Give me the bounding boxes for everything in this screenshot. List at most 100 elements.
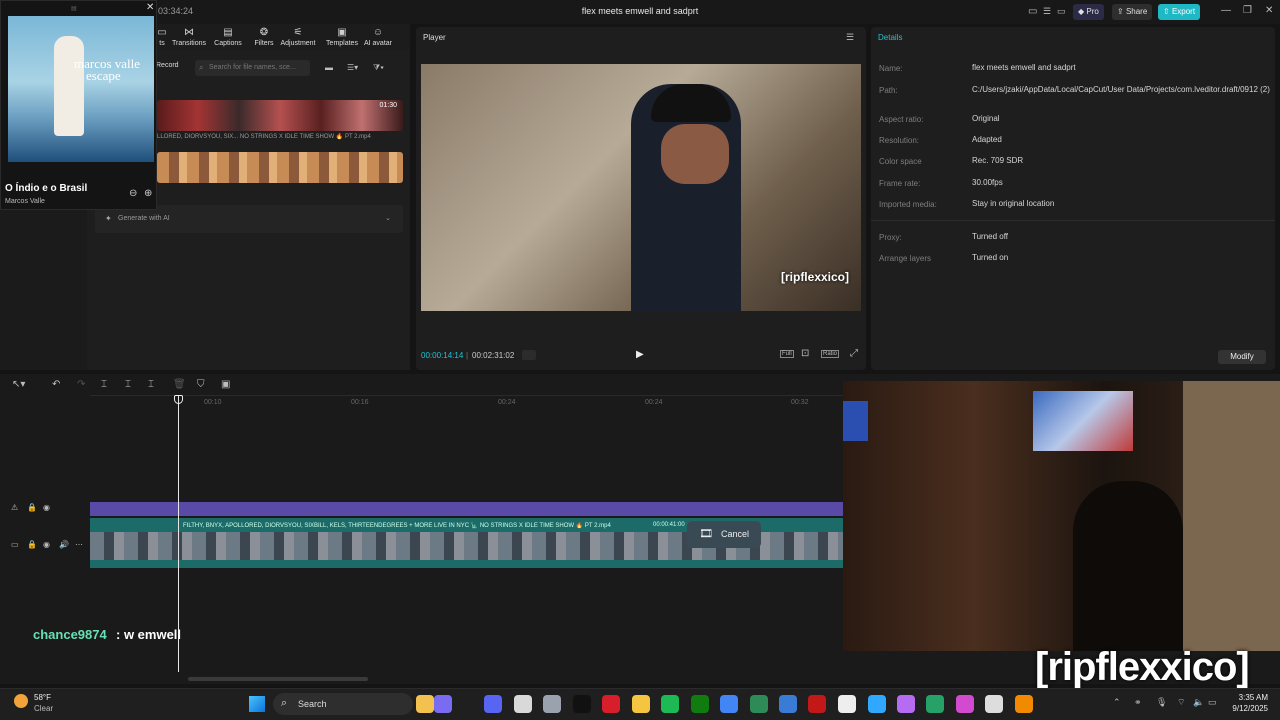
- fullscreen-icon[interactable]: ⤢: [850, 348, 858, 359]
- full-button[interactable]: Full: [780, 350, 794, 358]
- media-clip-2[interactable]: [157, 152, 403, 183]
- audio-icon[interactable]: 🔊: [59, 540, 69, 549]
- toolbar-icon: ⚟: [293, 27, 303, 38]
- chrome-dev-icon[interactable]: [543, 695, 561, 713]
- split-left-icon[interactable]: ⌶: [125, 379, 131, 390]
- effect-track-clip[interactable]: [90, 502, 843, 516]
- play-button[interactable]: ▶: [636, 349, 644, 360]
- cancel-button[interactable]: 🎞 Cancel: [687, 521, 761, 548]
- xbox-icon[interactable]: [691, 695, 709, 713]
- menu-icon[interactable]: ☰: [1043, 6, 1051, 17]
- cover-icon[interactable]: ▭: [11, 540, 19, 549]
- photos-icon[interactable]: [779, 695, 797, 713]
- add-icon[interactable]: ⊕: [144, 188, 152, 199]
- detail-value: Rec. 709 SDR: [972, 156, 1024, 165]
- edit-icon[interactable]: [956, 695, 974, 713]
- face-shape: [661, 124, 729, 184]
- chevron-up-icon[interactable]: ⌃: [1113, 697, 1121, 708]
- toolbar-adjustment[interactable]: ⚟ Adjustment: [276, 27, 320, 47]
- chat-username: chance9874: [33, 627, 107, 642]
- marker-icon[interactable]: ⛉: [197, 379, 205, 390]
- export-button[interactable]: ⇧ Export: [1158, 4, 1201, 20]
- detail-value: Turned off: [972, 232, 1009, 241]
- chrome-icon[interactable]: [720, 695, 738, 713]
- drag-handle-icon[interactable]: ▤: [71, 5, 77, 12]
- player-menu-icon[interactable]: ☰: [846, 32, 854, 43]
- network-icon[interactable]: ⚭: [1134, 697, 1142, 708]
- weather-condition: Clear: [34, 704, 54, 713]
- snip-icon[interactable]: [750, 695, 768, 713]
- podcast-icon[interactable]: [897, 695, 915, 713]
- opera-icon[interactable]: [602, 695, 620, 713]
- track-artist: Marcos Valle: [5, 198, 45, 205]
- media-icon[interactable]: ▣: [221, 379, 230, 390]
- share-button[interactable]: ⇪ Share: [1112, 4, 1153, 20]
- eye-icon[interactable]: ◉: [43, 503, 50, 512]
- taskbar-search[interactable]: ⌕ Search: [273, 693, 413, 715]
- cancel-label: Cancel: [721, 529, 750, 539]
- minimize-button[interactable]: —: [1221, 5, 1231, 16]
- split-right-icon[interactable]: ⌶: [148, 379, 154, 390]
- spotify-icon[interactable]: [661, 695, 679, 713]
- start-button[interactable]: [249, 696, 265, 712]
- record-tab[interactable]: Record: [156, 62, 179, 69]
- layout-icon[interactable]: ▭: [1028, 6, 1037, 17]
- view-toggle-icon[interactable]: ▬: [325, 63, 333, 72]
- weather-icon[interactable]: [14, 694, 28, 708]
- sort-icon[interactable]: ☰▾: [347, 63, 358, 72]
- track-title: O Índio e o Brasil: [5, 183, 88, 194]
- notepad-icon[interactable]: [514, 695, 532, 713]
- toolbar-ai-avatar[interactable]: ☺ AI avatar: [356, 27, 400, 47]
- select-tool-icon[interactable]: ↖▾: [12, 379, 25, 390]
- more-icon[interactable]: ⋯: [75, 540, 83, 549]
- ratio-button[interactable]: Ratio: [821, 350, 840, 358]
- playhead-handle[interactable]: [174, 395, 183, 404]
- maximize-button[interactable]: ❐: [1243, 5, 1252, 16]
- undo-icon[interactable]: ↶: [52, 379, 60, 390]
- delete-icon: 🗑: [173, 379, 186, 390]
- close-widget-button[interactable]: ✕: [146, 2, 154, 13]
- minimize-panel-icon[interactable]: ▭: [1057, 6, 1066, 17]
- vlc-icon[interactable]: [1015, 695, 1033, 713]
- video-frame[interactable]: [ripflexxico]: [421, 64, 861, 311]
- copilot-icon[interactable]: [434, 695, 452, 713]
- detail-key: Arrange layers: [879, 254, 932, 263]
- capcut-pro-icon[interactable]: [985, 695, 1003, 713]
- modify-button[interactable]: Modify: [1218, 350, 1266, 364]
- record-icon[interactable]: [808, 695, 826, 713]
- folder-icon[interactable]: [632, 695, 650, 713]
- details-header: Details: [878, 33, 903, 42]
- mic-icon[interactable]: 🎙: [1156, 697, 1167, 708]
- discord-icon[interactable]: [484, 695, 502, 713]
- file-explorer-icon[interactable]: [416, 695, 434, 713]
- pro-button[interactable]: ◆ Pro: [1073, 4, 1104, 20]
- battery-icon[interactable]: ▭: [1208, 697, 1217, 708]
- filter-icon[interactable]: ⧩▾: [373, 63, 384, 73]
- toolbar-label: Adjustment: [280, 40, 316, 47]
- media-search-input[interactable]: ⌕ Search for file names, sce...: [195, 60, 310, 76]
- lock-icon[interactable]: 🔒: [27, 540, 37, 549]
- timecode-toggle[interactable]: [522, 350, 536, 360]
- person-shape: [1073, 481, 1183, 651]
- timeline-scrollbar[interactable]: [188, 677, 368, 681]
- toolbar-transitions[interactable]: ⋈ Transitions: [167, 27, 211, 47]
- zoom-fit-icon[interactable]: ⊡: [801, 348, 809, 359]
- photoshop-icon[interactable]: [868, 695, 886, 713]
- split-icon[interactable]: ⌶: [101, 379, 107, 390]
- lock-icon[interactable]: 🔒: [27, 503, 37, 512]
- volume-icon[interactable]: 🔈: [1193, 697, 1204, 708]
- detail-key: Proxy:: [879, 233, 902, 242]
- eye-icon[interactable]: ◉: [43, 540, 50, 549]
- remove-icon[interactable]: ⊖: [129, 188, 137, 199]
- tick-label: 00:32: [791, 399, 809, 406]
- close-button[interactable]: ✕: [1265, 5, 1273, 16]
- tray-date[interactable]: 9/12/2025: [1226, 704, 1268, 713]
- tiktok-icon[interactable]: [573, 695, 591, 713]
- capcut-icon[interactable]: [838, 695, 856, 713]
- detail-value: Original: [972, 114, 1000, 123]
- tray-time[interactable]: 3:35 AM: [1232, 693, 1268, 702]
- wifi-icon[interactable]: ⌔: [1177, 697, 1185, 708]
- media-clip-1[interactable]: 01:30: [157, 100, 403, 131]
- xbox-bar-icon[interactable]: [926, 695, 944, 713]
- redo-icon: ↷: [77, 379, 86, 390]
